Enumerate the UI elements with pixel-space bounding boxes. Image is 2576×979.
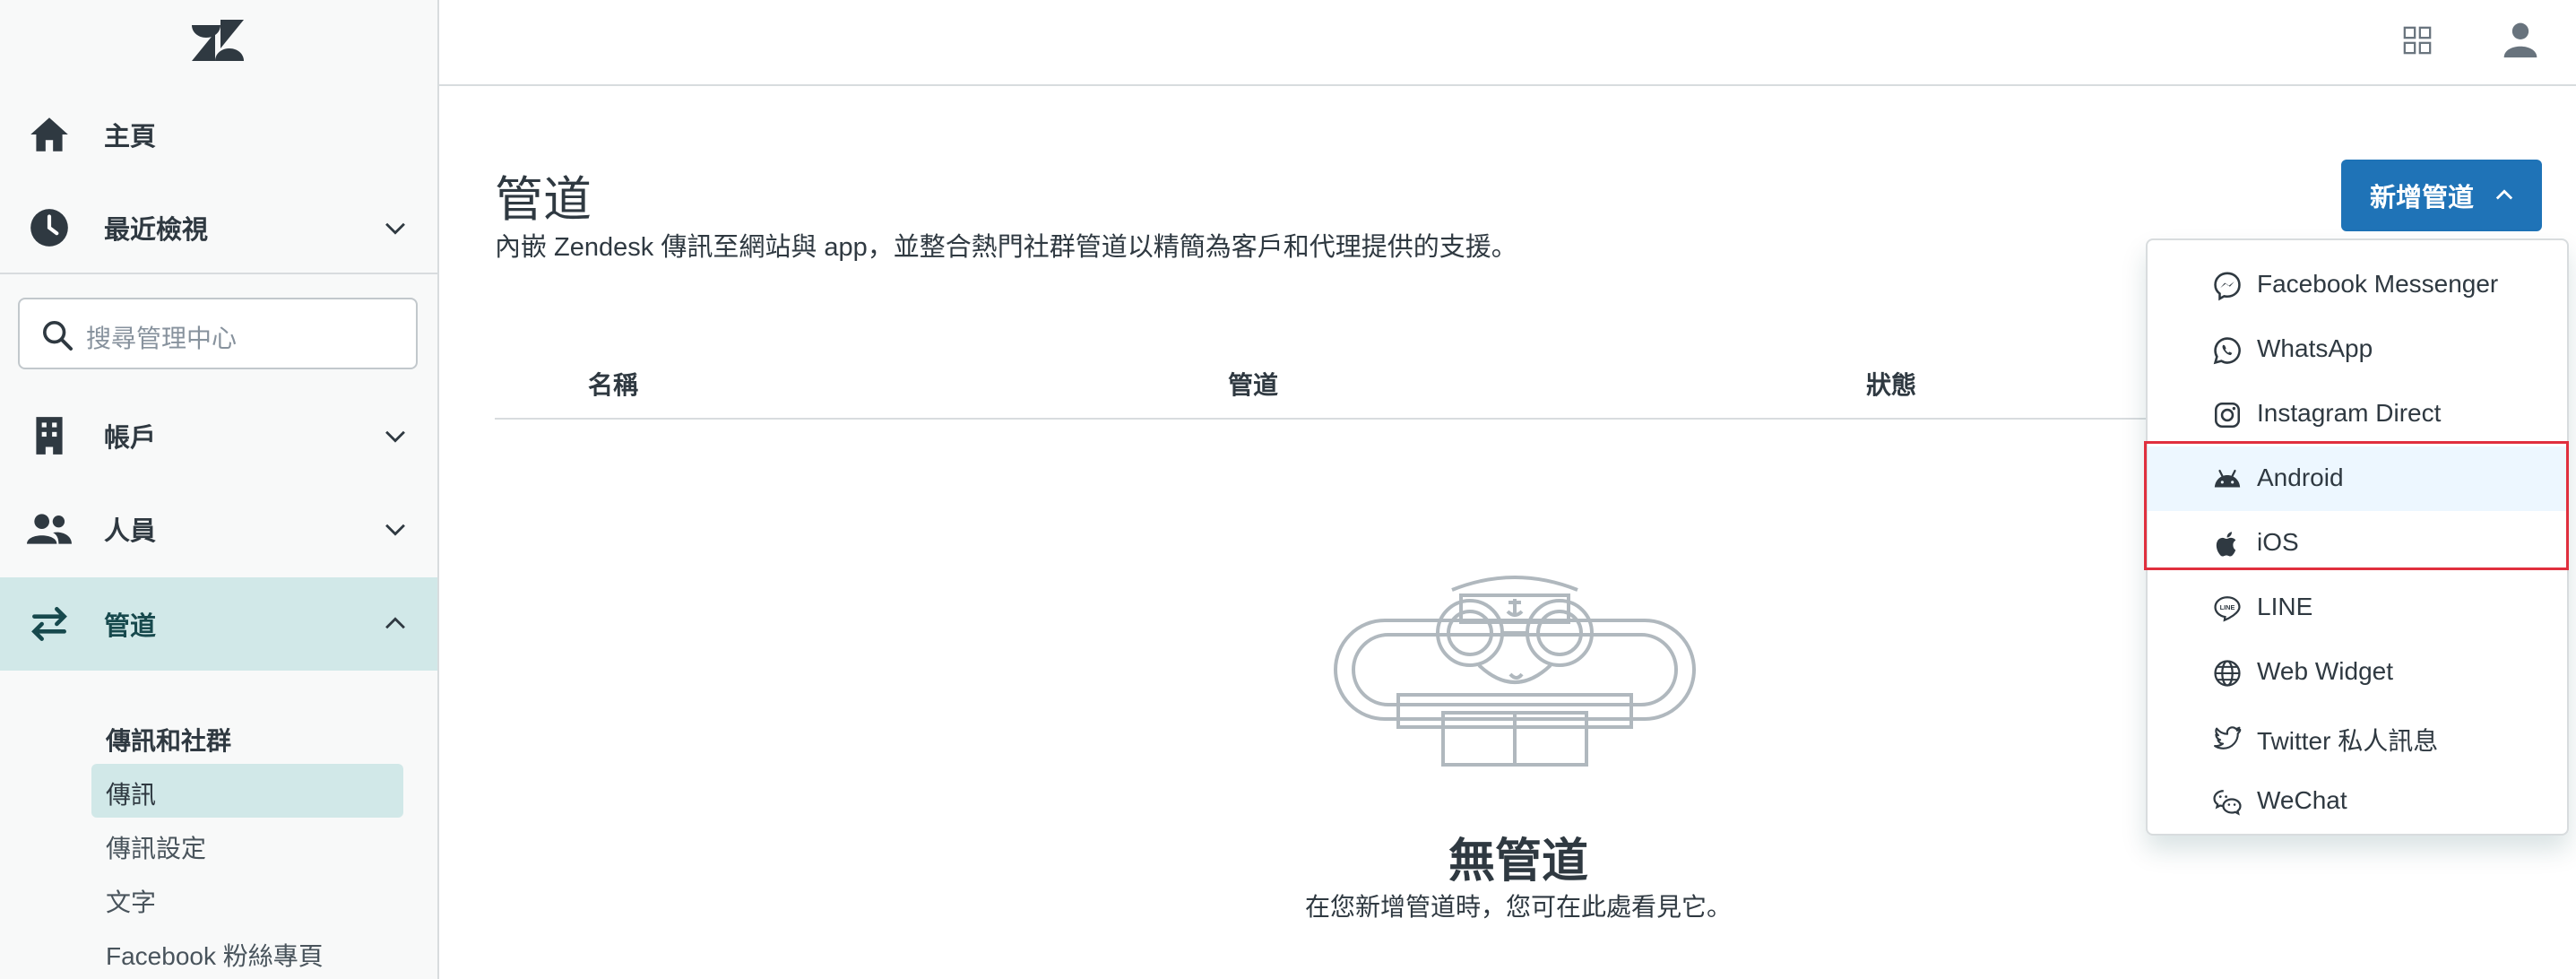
menu-item-line[interactable]: LINE LINE — [2148, 576, 2567, 640]
menu-item-wechat[interactable]: WeChat — [2148, 769, 2567, 834]
sub-item-facebook-pages[interactable]: Facebook 粉絲專頁 — [106, 937, 324, 973]
menu-item-label: Facebook Messenger — [2257, 270, 2499, 298]
menu-item-android[interactable]: Android — [2148, 446, 2567, 511]
add-channel-dropdown: Facebook Messenger WhatsApp Instagram Di… — [2146, 238, 2569, 836]
chevron-down-icon — [385, 524, 405, 536]
twitter-icon — [2214, 726, 2242, 749]
add-channel-button[interactable]: 新增管道 — [2341, 160, 2542, 231]
nav-recent[interactable]: 最近檢視 — [0, 185, 437, 271]
android-icon — [2214, 469, 2241, 488]
svg-text:LINE: LINE — [2220, 603, 2235, 611]
nav-people[interactable]: 人員 — [0, 486, 437, 572]
table-header-status[interactable]: 狀態 — [1866, 366, 1916, 402]
arrows-swap-icon — [31, 607, 67, 641]
apple-icon — [2216, 532, 2236, 557]
wechat-icon — [2213, 790, 2242, 816]
nav-home[interactable]: 主頁 — [0, 91, 437, 178]
nav-people-label: 人員 — [104, 517, 157, 546]
menu-item-instagram-direct[interactable]: Instagram Direct — [2148, 382, 2567, 446]
chevron-down-icon — [385, 430, 405, 443]
admin-search-input[interactable]: 搜尋管理中心 — [18, 298, 418, 369]
empty-state-binoculars-illustration — [1334, 576, 1696, 767]
nav-channels[interactable]: 管道 — [0, 577, 437, 671]
instagram-icon — [2214, 402, 2241, 429]
apps-grid-icon[interactable] — [2402, 25, 2433, 56]
home-icon — [30, 117, 68, 152]
menu-item-ios[interactable]: iOS — [2148, 511, 2567, 576]
whatsapp-icon — [2213, 337, 2241, 365]
menu-item-label: Instagram Direct — [2257, 399, 2442, 427]
sub-item-messaging-settings[interactable]: 傳訊設定 — [106, 829, 206, 865]
page-title: 管道 — [495, 173, 592, 227]
menu-item-whatsapp[interactable]: WhatsApp — [2148, 317, 2567, 382]
menu-item-label: LINE — [2257, 593, 2313, 620]
menu-item-label: iOS — [2257, 528, 2299, 556]
menu-item-label: Twitter 私人訊息 — [2257, 727, 2439, 755]
line-icon: LINE — [2214, 596, 2241, 622]
globe-icon — [2214, 660, 2241, 687]
menu-item-label: WhatsApp — [2257, 334, 2373, 362]
building-icon — [36, 417, 63, 455]
sub-item-messaging[interactable]: 傳訊 — [106, 775, 156, 811]
empty-state-description: 在您新增管道時，您可在此處看見它。 — [1305, 893, 1733, 921]
table-header-divider — [495, 418, 2162, 420]
user-avatar-icon[interactable] — [2501, 20, 2540, 59]
menu-item-twitter-dm[interactable]: Twitter 私人訊息 — [2148, 705, 2567, 769]
menu-item-web-widget[interactable]: Web Widget — [2148, 640, 2567, 705]
channels-section-title: 傳訊和社群 — [106, 727, 232, 755]
sidebar: 主頁 最近檢視 搜尋管理中心 帳戶 人員 管道 傳訊和社群 傳訊 傳訊設定 文字… — [0, 0, 439, 979]
menu-item-facebook-messenger[interactable]: Facebook Messenger — [2148, 253, 2567, 317]
sidebar-divider — [0, 273, 437, 274]
empty-state-title: 無管道 — [1448, 836, 1589, 888]
chevron-down-icon — [385, 222, 405, 235]
add-channel-label: 新增管道 — [2370, 184, 2475, 212]
chevron-up-icon — [385, 617, 405, 629]
page-description: 內嵌 Zendesk 傳訊至網站與 app，並整合熱門社群管道以精簡為客戶和代理… — [495, 233, 1517, 262]
table-header-name[interactable]: 名稱 — [588, 366, 638, 402]
nav-recent-label: 最近檢視 — [104, 216, 209, 245]
table-header-channel[interactable]: 管道 — [1228, 366, 1278, 402]
sub-item-text[interactable]: 文字 — [106, 883, 156, 919]
chevron-up-icon — [2495, 189, 2513, 200]
top-bar — [439, 0, 2576, 86]
zendesk-logo-icon[interactable] — [190, 20, 246, 61]
menu-item-label: Android — [2257, 464, 2344, 491]
clock-icon — [30, 209, 68, 247]
menu-item-label: WeChat — [2257, 786, 2347, 814]
menu-item-label: Web Widget — [2257, 657, 2393, 685]
search-placeholder: 搜尋管理中心 — [86, 325, 238, 352]
app: 主頁 最近檢視 搜尋管理中心 帳戶 人員 管道 傳訊和社群 傳訊 傳訊設定 文字… — [0, 0, 2576, 979]
search-icon — [43, 321, 73, 351]
nav-channels-label: 管道 — [104, 612, 157, 641]
nav-home-label: 主頁 — [104, 123, 157, 152]
messenger-icon — [2214, 272, 2241, 301]
nav-account[interactable]: 帳戶 — [0, 393, 437, 479]
people-icon — [27, 514, 72, 544]
nav-account-label: 帳戶 — [104, 424, 157, 453]
